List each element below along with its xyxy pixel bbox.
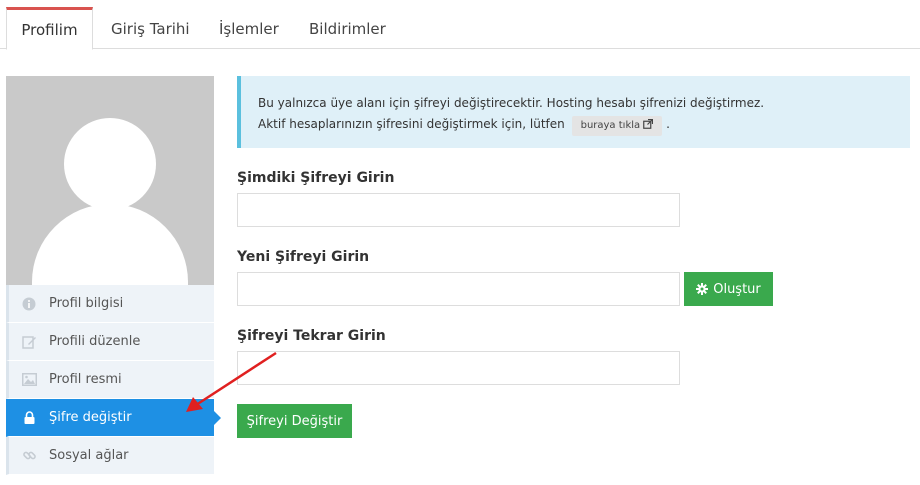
sidebar-item-sosyal-aglar[interactable]: Sosyal ağlar — [6, 437, 214, 475]
sidebar-item-label: Profil bilgisi — [49, 296, 124, 311]
image-icon — [9, 373, 49, 386]
sidebar-menu: Profil bilgisi Profili düzenle Profil re… — [6, 285, 221, 475]
gear-icon — [696, 283, 709, 295]
alert-line-2: Aktif hesaplarınızın şifresini değiştirm… — [258, 114, 910, 136]
info-alert: Bu yalnızca üye alanı için şifreyi değiş… — [237, 76, 910, 148]
lock-icon — [9, 411, 49, 424]
sidebar-item-label: Profil resmi — [49, 372, 122, 387]
confirm-password-label: Şifreyi Tekrar Girin — [237, 328, 386, 344]
sidebar-item-label: Şifre değiştir — [49, 410, 132, 425]
tab-bar: Profilim Giriş Tarihi İşlemler Bildiriml… — [0, 0, 920, 50]
avatar-placeholder — [6, 76, 214, 285]
alert-suffix: . — [666, 117, 670, 131]
current-password-label: Şimdiki Şifreyi Girin — [237, 170, 395, 186]
edit-icon — [9, 335, 49, 349]
current-password-input[interactable] — [237, 193, 680, 227]
sidebar-item-profili-duzenle[interactable]: Profili düzenle — [6, 323, 214, 361]
buraya-tikla-link[interactable]: buraya tıkla — [571, 116, 663, 136]
sidebar-item-profil-resmi[interactable]: Profil resmi — [6, 361, 214, 399]
generate-label: Oluştur — [713, 281, 761, 297]
link-icon — [9, 448, 49, 463]
info-icon — [9, 297, 49, 311]
confirm-password-input[interactable] — [237, 351, 680, 385]
sidebar-item-label: Profili düzenle — [49, 334, 141, 349]
alert-line-2-text: Aktif hesaplarınızın şifresini değiştirm… — [258, 117, 565, 131]
submit-change-password-button[interactable]: Şifreyi Değiştir — [237, 404, 352, 438]
sidebar-item-label: Sosyal ağlar — [49, 448, 129, 463]
avatar-body-shape — [32, 204, 188, 285]
tab-bildirimler[interactable]: Bildirimler — [309, 10, 386, 49]
new-password-input[interactable] — [237, 272, 680, 306]
external-link-icon — [643, 118, 654, 131]
tab-profilim[interactable]: Profilim — [6, 7, 93, 50]
sidebar-item-profil-bilgisi[interactable]: Profil bilgisi — [6, 285, 214, 323]
tab-islemler[interactable]: İşlemler — [219, 10, 279, 49]
alert-line-1: Bu yalnızca üye alanı için şifreyi değiş… — [258, 96, 765, 110]
sidebar-item-sifre-degistir[interactable]: Şifre değiştir — [6, 399, 221, 437]
new-password-label: Yeni Şifreyi Girin — [237, 249, 370, 265]
avatar-head-shape — [64, 118, 156, 210]
buraya-tikla-label: buraya tıkla — [580, 120, 641, 131]
tab-giris-tarihi[interactable]: Giriş Tarihi — [111, 10, 190, 49]
generate-button[interactable]: Oluştur — [684, 272, 773, 306]
